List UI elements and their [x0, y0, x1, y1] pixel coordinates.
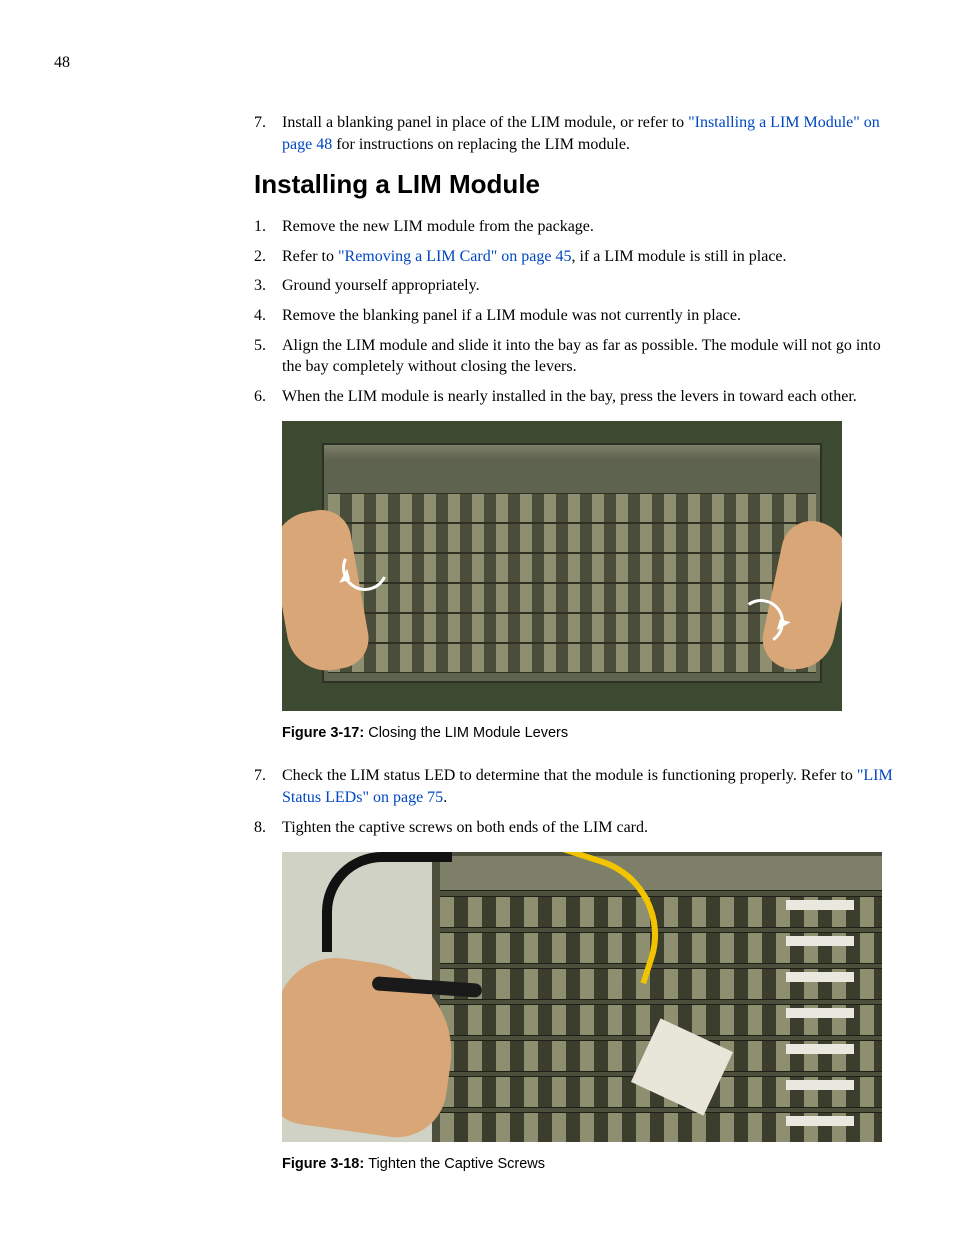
- step-text: When the LIM module is nearly installed …: [282, 386, 900, 408]
- step-number: 2.: [254, 246, 282, 268]
- list-item: 3. Ground yourself appropriately.: [254, 275, 900, 297]
- list-item: 8. Tighten the captive screws on both en…: [254, 817, 900, 839]
- step-number: 4.: [254, 305, 282, 327]
- step-number: 7.: [254, 112, 282, 155]
- text-run: Check the LIM status LED to determine th…: [282, 767, 857, 784]
- step-text: Tighten the captive screws on both ends …: [282, 817, 900, 839]
- figure-caption-text: Closing the LIM Module Levers: [368, 725, 568, 741]
- text-run: Ground yourself appropriately.: [282, 277, 480, 294]
- text-run: .: [443, 789, 447, 806]
- text-run: When the LIM module is nearly installed …: [282, 388, 857, 405]
- figure-label: Figure 3-18:: [282, 1156, 368, 1172]
- list-item: 5. Align the LIM module and slide it int…: [254, 335, 900, 378]
- text-run: Refer to: [282, 248, 338, 265]
- preceding-step-list: 7. Install a blanking panel in place of …: [254, 112, 900, 155]
- step-number: 7.: [254, 765, 282, 808]
- text-run: , if a LIM module is still in place.: [571, 248, 786, 265]
- figure-caption: Figure 3-18: Tighten the Captive Screws: [282, 1156, 900, 1172]
- text-run: Install a blanking panel in place of the…: [282, 114, 688, 131]
- text-run: Tighten the captive screws on both ends …: [282, 819, 648, 836]
- section-heading: Installing a LIM Module: [254, 169, 900, 200]
- step-number: 3.: [254, 275, 282, 297]
- step-text: Check the LIM status LED to determine th…: [282, 765, 900, 808]
- figure-3-17: Figure 3-17: Closing the LIM Module Leve…: [282, 421, 900, 741]
- step-text: Install a blanking panel in place of the…: [282, 112, 900, 155]
- text-run: Remove the new LIM module from the packa…: [282, 218, 594, 235]
- step-text: Ground yourself appropriately.: [282, 275, 900, 297]
- page-content: 7. Install a blanking panel in place of …: [254, 112, 900, 1172]
- list-item: 1. Remove the new LIM module from the pa…: [254, 216, 900, 238]
- step-number: 8.: [254, 817, 282, 839]
- step-text: Align the LIM module and slide it into t…: [282, 335, 900, 378]
- step-number: 6.: [254, 386, 282, 408]
- step-text: Remove the blanking panel if a LIM modul…: [282, 305, 900, 327]
- figure-label: Figure 3-17:: [282, 725, 368, 741]
- step-number: 5.: [254, 335, 282, 378]
- text-run: Align the LIM module and slide it into t…: [282, 337, 881, 376]
- list-item: 4. Remove the blanking panel if a LIM mo…: [254, 305, 900, 327]
- step-number: 1.: [254, 216, 282, 238]
- figure-caption-text: Tighten the Captive Screws: [368, 1156, 545, 1172]
- figure-image: [282, 852, 882, 1142]
- step-text: Refer to "Removing a LIM Card" on page 4…: [282, 246, 900, 268]
- list-item: 2. Refer to "Removing a LIM Card" on pag…: [254, 246, 900, 268]
- cross-reference-link[interactable]: "Removing a LIM Card" on page 45: [338, 248, 571, 265]
- list-item: 6. When the LIM module is nearly install…: [254, 386, 900, 408]
- list-item: 7. Check the LIM status LED to determine…: [254, 765, 900, 808]
- step-text: Remove the new LIM module from the packa…: [282, 216, 900, 238]
- install-steps-list-b: 7. Check the LIM status LED to determine…: [254, 765, 900, 838]
- text-run: for instructions on replacing the LIM mo…: [332, 136, 630, 153]
- figure-image: [282, 421, 842, 711]
- install-steps-list-a: 1. Remove the new LIM module from the pa…: [254, 216, 900, 407]
- figure-3-18: Figure 3-18: Tighten the Captive Screws: [282, 852, 900, 1172]
- text-run: Remove the blanking panel if a LIM modul…: [282, 307, 741, 324]
- page-number: 48: [54, 54, 900, 72]
- list-item: 7. Install a blanking panel in place of …: [254, 112, 900, 155]
- figure-caption: Figure 3-17: Closing the LIM Module Leve…: [282, 725, 900, 741]
